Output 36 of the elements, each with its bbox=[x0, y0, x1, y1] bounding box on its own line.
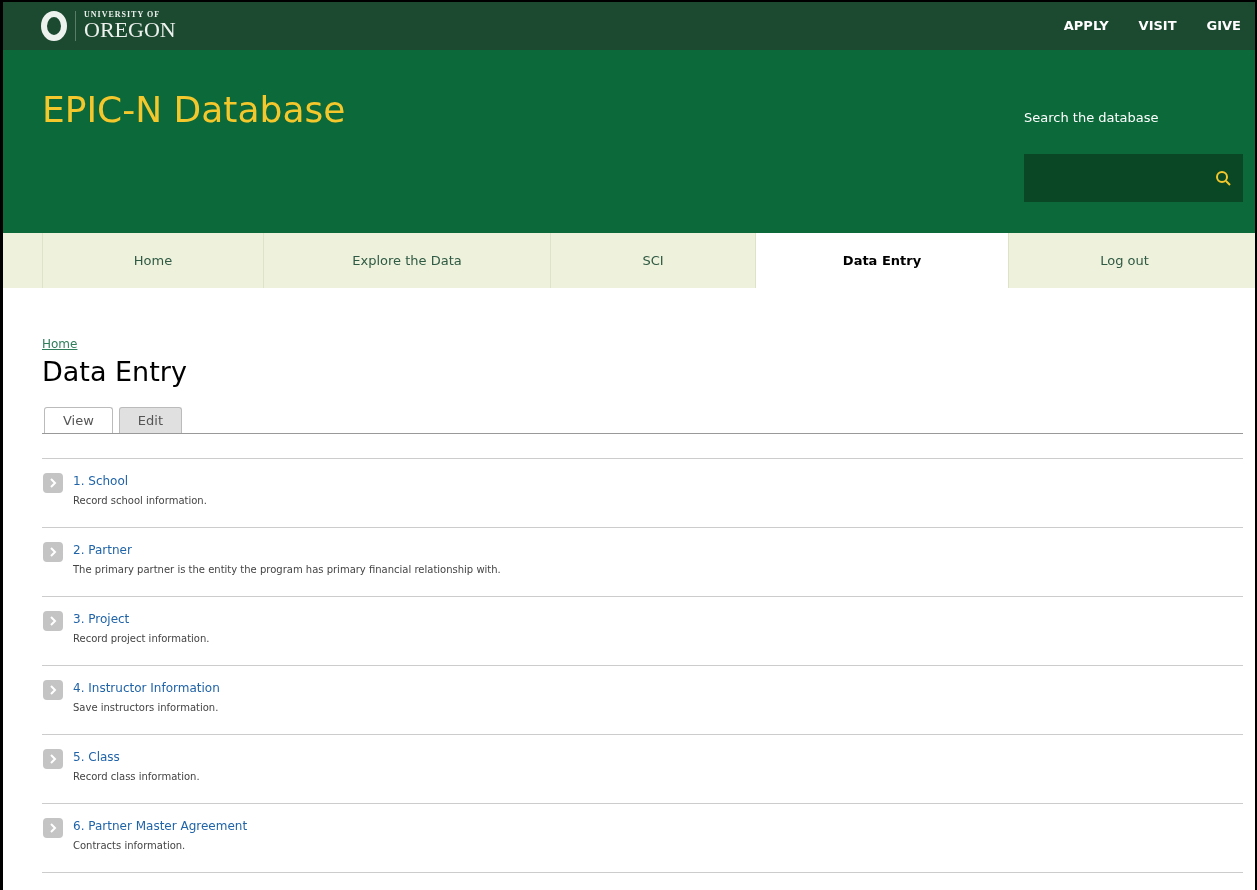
top-link[interactable]: GIVE bbox=[1206, 16, 1241, 36]
nav-tab[interactable]: Data Entry bbox=[755, 233, 1008, 288]
top-link[interactable]: APPLY bbox=[1063, 16, 1109, 36]
chevron-icon bbox=[43, 472, 63, 493]
logo-wordmark: OREGON bbox=[84, 19, 176, 41]
top-link[interactable]: VISIT bbox=[1138, 16, 1177, 36]
search-icon[interactable] bbox=[1215, 169, 1231, 186]
nav-tab[interactable]: Home bbox=[42, 233, 263, 288]
breadcrumb-link[interactable]: Home bbox=[42, 335, 78, 353]
entry-description: Record school information. bbox=[73, 493, 207, 508]
chevron-icon bbox=[43, 817, 63, 838]
chevron-icon bbox=[43, 541, 63, 562]
entry-description: Save instructors information. bbox=[73, 700, 220, 715]
view-tab[interactable]: Edit bbox=[118, 406, 183, 433]
entry-description: The primary partner is the entity the program has primary financial relationship with. bbox=[73, 562, 501, 577]
chevron-icon bbox=[43, 679, 63, 700]
entry-link[interactable]: 5. Class bbox=[73, 748, 200, 763]
entry-link[interactable]: 3. Project bbox=[73, 610, 210, 625]
entry-link[interactable]: 1. School bbox=[73, 472, 207, 487]
nav-tab[interactable]: Log out bbox=[1008, 233, 1240, 288]
entry-description: Record class information. bbox=[73, 769, 200, 784]
entry-description: Contracts information. bbox=[73, 838, 187, 853]
search-field[interactable] bbox=[1024, 153, 1243, 202]
entry-link[interactable]: 4. Instructor Information bbox=[73, 679, 220, 694]
view-tab[interactable]: View bbox=[44, 406, 113, 433]
chevron-icon bbox=[43, 748, 63, 769]
logo-caption: UNIVERSITY OF bbox=[84, 11, 162, 19]
page-title: Data Entry bbox=[42, 355, 188, 389]
entry-description: Record project information. bbox=[73, 631, 210, 646]
entry-link[interactable]: 6. Partner Master Agreement bbox=[73, 817, 248, 832]
nav-tab[interactable]: Explore the Data bbox=[263, 233, 550, 288]
entry-link[interactable]: 2. Partner bbox=[73, 541, 501, 556]
chevron-icon bbox=[43, 610, 63, 631]
site-title: EPIC-N Database bbox=[42, 88, 346, 132]
search-label: Search the database bbox=[1024, 109, 1160, 127]
logo-o-icon bbox=[41, 11, 67, 41]
